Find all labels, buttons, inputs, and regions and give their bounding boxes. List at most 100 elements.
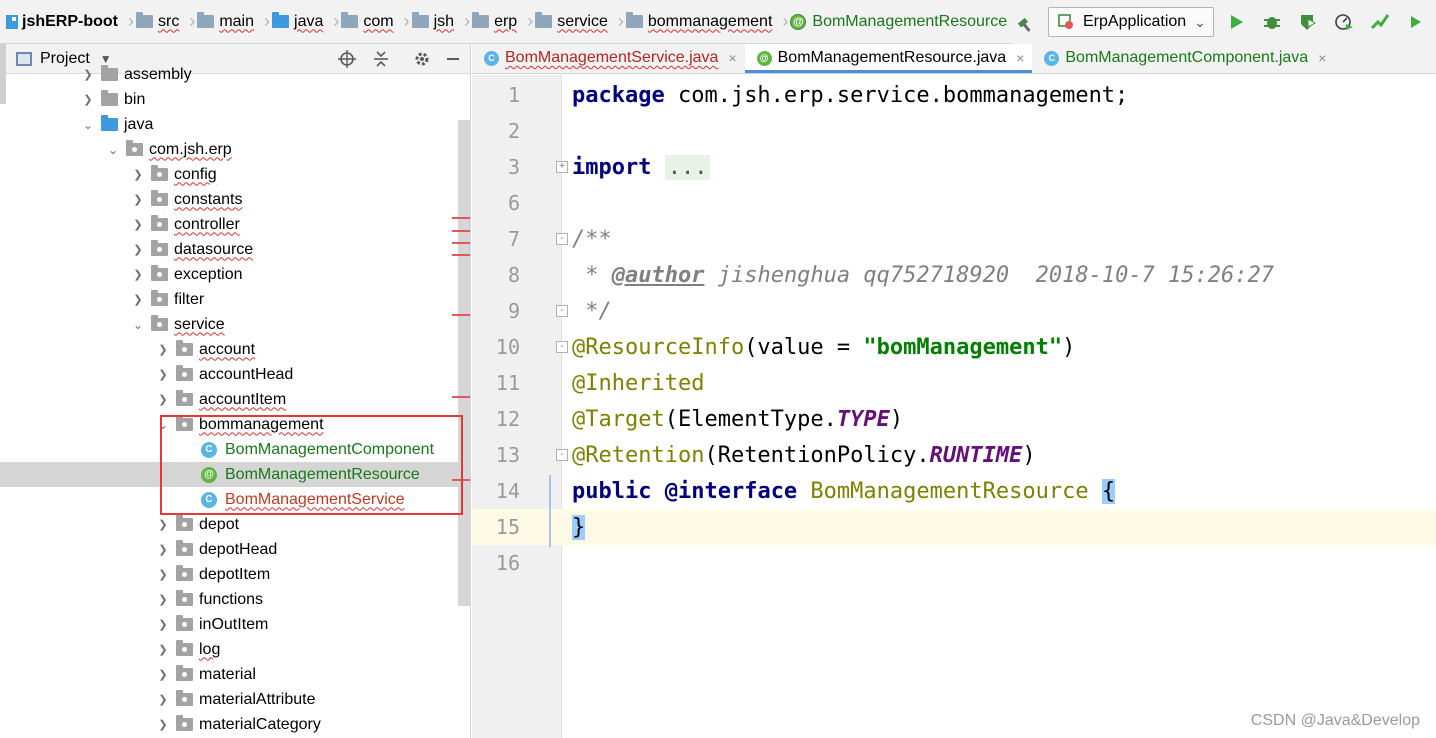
coverage-icon[interactable] (1294, 8, 1322, 36)
tree-item[interactable]: ❯ config (0, 162, 458, 187)
breadcrumb-item[interactable]: › @ BomManagementResource (772, 0, 1007, 43)
breadcrumb-item[interactable]: › src (118, 0, 179, 43)
chevron-right-icon[interactable]: ❯ (156, 368, 170, 381)
tree-item[interactable]: ❯ depotHead (0, 537, 458, 562)
line-number: 11 (495, 371, 520, 395)
editor-tab[interactable]: @ BomManagementResource.java × (744, 44, 1033, 73)
close-icon[interactable]: × (728, 50, 736, 66)
tree-item[interactable]: ❯ functions (0, 587, 458, 612)
chevron-right-icon[interactable]: ❯ (131, 218, 145, 231)
editor-tab[interactable]: C BomManagementService.java × (472, 44, 745, 73)
tree-item[interactable]: ❯ assembly (0, 62, 458, 87)
line-number: 6 (507, 191, 520, 215)
code-text: /** (572, 226, 612, 252)
breadcrumb-item[interactable]: › service (517, 0, 608, 43)
fold-collapse-icon[interactable]: - (556, 341, 568, 353)
chevron-right-icon[interactable]: ❯ (156, 568, 170, 581)
more-toolbar-icon[interactable] (1402, 8, 1430, 36)
left-edge-scrollbar[interactable] (0, 44, 6, 104)
debug-icon[interactable] (1258, 8, 1286, 36)
folder-blue-icon (272, 12, 290, 28)
chevron-right-icon[interactable]: ❯ (156, 343, 170, 356)
tree-item-label: depotHead (199, 540, 278, 558)
tree-item[interactable]: C BomManagementComponent (0, 437, 458, 462)
breadcrumb-separator-icon: › (264, 11, 271, 31)
chevron-right-icon[interactable]: ❯ (131, 168, 145, 181)
tree-item[interactable]: ❯ depotItem (0, 562, 458, 587)
tree-item[interactable]: ⌄ service (0, 312, 458, 337)
profile-icon[interactable] (1330, 8, 1358, 36)
chevron-down-icon[interactable]: ⌄ (131, 318, 145, 332)
tree-item[interactable]: ❯ materialCategory (0, 712, 458, 737)
folded-imports[interactable]: ... (664, 154, 711, 180)
editor-tab[interactable]: C BomManagementComponent.java × (1032, 44, 1334, 73)
tree-item[interactable]: ⌄ java (0, 112, 458, 137)
tree-item[interactable]: ❯ exception (0, 262, 458, 287)
chevron-down-icon[interactable]: ⌄ (106, 143, 120, 157)
tree-item[interactable]: @ BomManagementResource (0, 462, 458, 487)
code-editor[interactable]: 1 package com.jsh.erp.service.bommanagem… (472, 75, 1436, 738)
breadcrumb-item[interactable]: › java (254, 0, 323, 43)
chevron-right-icon[interactable]: ❯ (131, 268, 145, 281)
fold-expand-icon[interactable]: + (556, 161, 568, 173)
run-icon[interactable] (1222, 8, 1250, 36)
breadcrumb-item[interactable]: › bommanagement (608, 0, 773, 43)
chevron-right-icon[interactable]: ❯ (156, 693, 170, 706)
run-configuration-dropdown[interactable]: ErpApplication ⌄ (1048, 7, 1214, 37)
tree-item[interactable]: ❯ filter (0, 287, 458, 312)
chevron-down-icon[interactable]: ⌄ (81, 118, 95, 132)
tree-item[interactable]: ⌄ com.jsh.erp (0, 137, 458, 162)
tree-item[interactable]: ❯ material (0, 662, 458, 687)
breadcrumb-item[interactable]: › com (323, 0, 394, 43)
tree-item[interactable]: ❯ bin (0, 87, 458, 112)
breadcrumb-item[interactable]: › jsh (394, 0, 454, 43)
breadcrumb-item[interactable]: › erp (454, 0, 517, 43)
tree-item[interactable]: ❯ accountItem (0, 387, 458, 412)
chevron-right-icon[interactable]: ❯ (156, 643, 170, 656)
hammer-icon[interactable] (1012, 8, 1040, 36)
chevron-right-icon[interactable]: ❯ (156, 518, 170, 531)
project-tree-scrollbar[interactable] (458, 120, 470, 606)
breadcrumb-label: com (363, 12, 394, 30)
chevron-down-icon[interactable]: ⌄ (156, 418, 170, 432)
chevron-right-icon[interactable]: ❯ (131, 193, 145, 206)
chevron-down-icon: ⌄ (1194, 13, 1206, 30)
tree-item[interactable]: ❯ account (0, 337, 458, 362)
chevron-right-icon[interactable]: ❯ (131, 293, 145, 306)
tree-item[interactable]: ❯ log (0, 637, 458, 662)
tree-item[interactable]: C BomManagementService (0, 487, 458, 512)
tree-item[interactable]: ⌄ bommanagement (0, 412, 458, 437)
chevron-right-icon[interactable]: ❯ (156, 618, 170, 631)
code-line: 13 - @Retention(RetentionPolicy.RUNTIME) (472, 437, 1436, 473)
tree-item[interactable]: ❯ controller (0, 212, 458, 237)
chevron-right-icon[interactable]: ❯ (81, 68, 95, 81)
chevron-right-icon[interactable]: ❯ (156, 543, 170, 556)
close-icon[interactable]: × (1318, 50, 1326, 66)
tree-item[interactable]: ❯ constants (0, 187, 458, 212)
fold-end-icon[interactable]: - (556, 305, 568, 317)
chevron-right-icon[interactable]: ❯ (156, 393, 170, 406)
chevron-right-icon[interactable]: ❯ (81, 93, 95, 106)
tree-item-label: materialAttribute (199, 690, 316, 708)
fold-end-icon[interactable]: - (556, 449, 568, 461)
tree-item[interactable]: ❯ datasource (0, 237, 458, 262)
chevron-right-icon[interactable]: ❯ (156, 593, 170, 606)
breadcrumb-item[interactable]: › main (179, 0, 254, 43)
watermark: CSDN @Java&Develop (1250, 712, 1420, 729)
chevron-right-icon[interactable]: ❯ (156, 718, 170, 731)
tree-item[interactable]: ❯ materialAttribute (0, 687, 458, 712)
build-icon[interactable] (1366, 8, 1394, 36)
breadcrumb-item[interactable]: jshERP-boot (0, 0, 118, 43)
tree-item-label: accountHead (199, 365, 294, 383)
close-icon[interactable]: × (1016, 50, 1024, 66)
fold-collapse-icon[interactable]: - (556, 233, 568, 245)
chevron-right-icon[interactable]: ❯ (156, 668, 170, 681)
error-stripe-mark (452, 396, 470, 398)
line-number: 9 (507, 299, 520, 323)
tree-item[interactable]: ❯ inOutItem (0, 612, 458, 637)
line-number: 12 (495, 407, 520, 431)
tree-item-label: accountItem (199, 390, 287, 408)
tree-item[interactable]: ❯ depot (0, 512, 458, 537)
tree-item[interactable]: ❯ accountHead (0, 362, 458, 387)
chevron-right-icon[interactable]: ❯ (131, 243, 145, 256)
